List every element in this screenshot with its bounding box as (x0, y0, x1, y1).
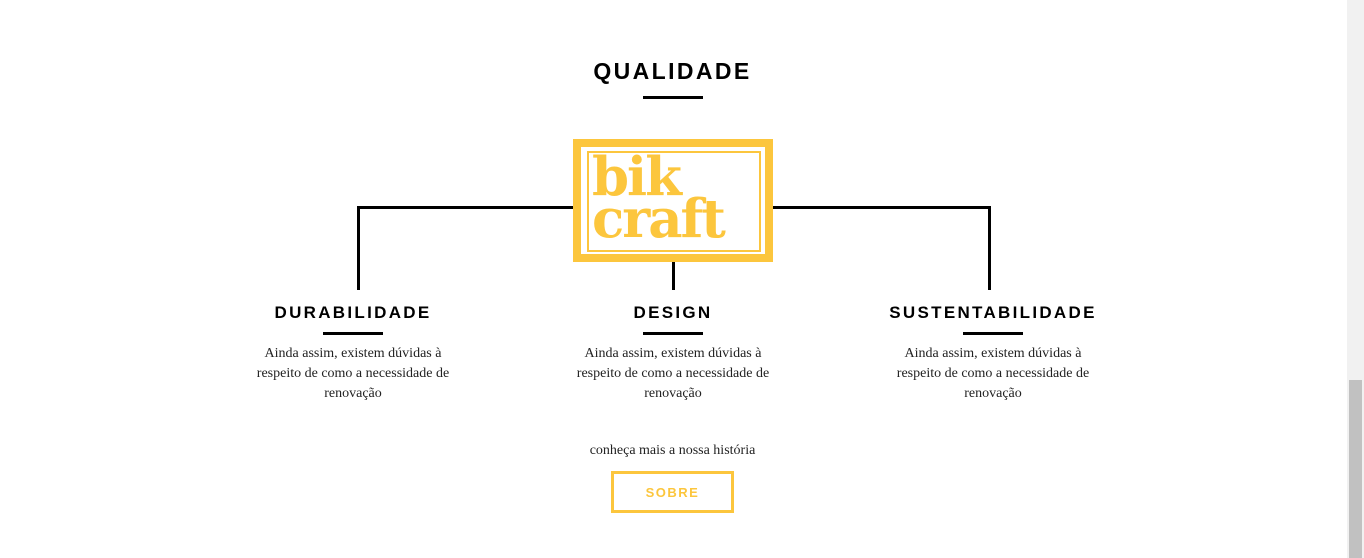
feature-title: SUSTENTABILIDADE (889, 303, 1097, 322)
feature-description: Ainda assim, existem dúvidas à respeito … (896, 346, 1090, 401)
feature-description: Ainda assim, existem dúvidas à respeito … (256, 346, 450, 401)
connector-right-vertical (988, 206, 991, 290)
bikcraft-logo: bik craft (573, 139, 773, 262)
feature-durabilidade: DURABILIDADE Ainda assim, existem dúvida… (233, 302, 473, 404)
feature-underline (323, 332, 383, 335)
feature-underline (643, 332, 703, 335)
feature-description: Ainda assim, existem dúvidas à respeito … (576, 346, 770, 401)
sobre-button[interactable]: SOBRE (611, 471, 734, 513)
cta-text: conheça mais a nossa história (589, 443, 756, 458)
feature-title: DESIGN (633, 303, 713, 322)
feature-sustentabilidade: SUSTENTABILIDADE Ainda assim, existem dú… (873, 302, 1113, 404)
title-underline (643, 96, 703, 99)
scrollbar-thumb[interactable] (1349, 380, 1362, 558)
logo-text-craft: craft (592, 188, 726, 250)
connector-left-horizontal (357, 206, 573, 209)
connector-left-vertical (357, 206, 360, 290)
connector-center-vertical (672, 262, 675, 290)
feature-design: DESIGN Ainda assim, existem dúvidas à re… (553, 302, 793, 404)
vertical-scrollbar[interactable] (1347, 0, 1364, 558)
feature-title: DURABILIDADE (274, 303, 432, 322)
section-title: QUALIDADE (593, 58, 752, 84)
page: QUALIDADE bik craft DURABILIDADE Ainda a… (0, 0, 1347, 558)
feature-underline (963, 332, 1023, 335)
connector-right-horizontal (773, 206, 991, 209)
